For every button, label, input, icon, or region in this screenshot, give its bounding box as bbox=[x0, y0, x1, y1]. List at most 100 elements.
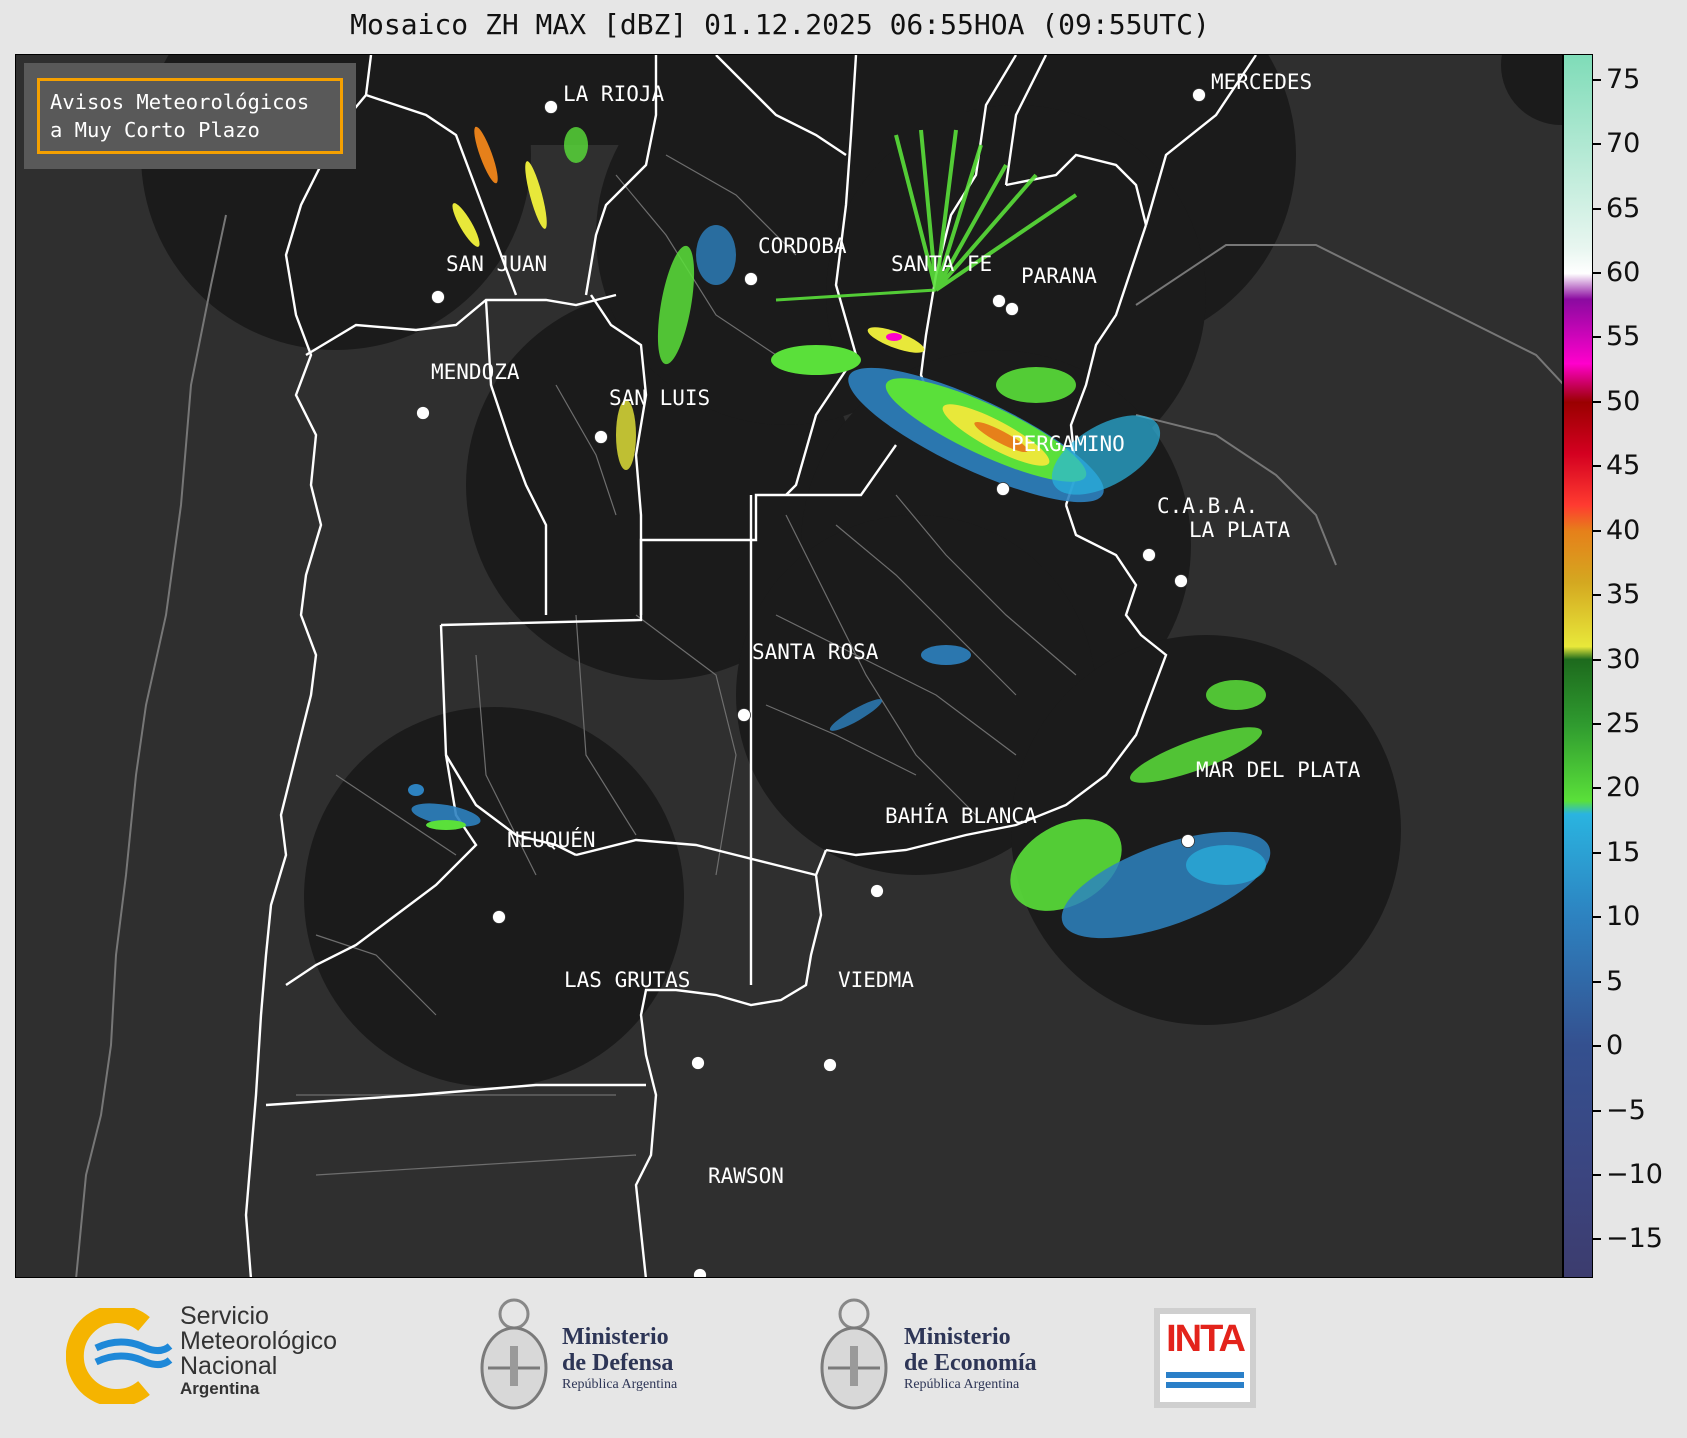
colorbar-tick-label: −15 bbox=[1606, 1223, 1663, 1255]
colorbar-tick bbox=[1593, 787, 1601, 790]
city-dot-mar-del-plata[interactable] bbox=[1181, 834, 1195, 848]
colorbar-tick-label: −10 bbox=[1606, 1158, 1663, 1190]
colorbar-tick bbox=[1593, 465, 1601, 468]
colorbar-tick-label: 15 bbox=[1606, 836, 1641, 868]
map-title: Mosaico ZH MAX [dBZ] 01.12.2025 06:55HOA… bbox=[350, 8, 1210, 41]
smn-line4: Argentina bbox=[180, 1379, 260, 1398]
avisos-banner[interactable]: Avisos Meteorológicos a Muy Corto Plazo bbox=[24, 63, 356, 169]
city-label: SAN JUAN bbox=[446, 252, 547, 276]
city-dot-la-plata[interactable] bbox=[1174, 574, 1188, 588]
city-dot-viedma[interactable] bbox=[823, 1058, 837, 1072]
colorbar-tick-label: 5 bbox=[1606, 965, 1624, 997]
city-label: C.A.B.A. bbox=[1157, 494, 1258, 518]
economia-line3: República Argentina bbox=[904, 1377, 1020, 1392]
chile-border bbox=[75, 214, 227, 1277]
city-label: VIEDMA bbox=[838, 968, 914, 992]
city-dot-pergamino[interactable] bbox=[996, 482, 1010, 496]
city-label: MERCEDES bbox=[1211, 70, 1312, 94]
dbz-colorbar bbox=[1563, 54, 1593, 1278]
colorbar-tick-label: 20 bbox=[1606, 772, 1641, 804]
city-dot-la-rioja[interactable] bbox=[544, 100, 558, 114]
city-label: SAN LUIS bbox=[609, 386, 710, 410]
colorbar-tick bbox=[1593, 980, 1601, 983]
avisos-line2: a Muy Corto Plazo bbox=[50, 118, 260, 142]
city-dot-caba[interactable] bbox=[1142, 548, 1156, 562]
colorbar-tick bbox=[1593, 1173, 1601, 1176]
smn-line3: Nacional bbox=[180, 1352, 278, 1380]
city-label: MAR DEL PLATA bbox=[1196, 758, 1361, 782]
smn-line2: Meteorológico bbox=[180, 1327, 338, 1355]
city-dot-parana[interactable] bbox=[1005, 302, 1019, 316]
city-dot-bahia-blanca[interactable] bbox=[870, 884, 884, 898]
colorbar-tick bbox=[1593, 1109, 1601, 1112]
city-dot-rawson[interactable] bbox=[693, 1268, 707, 1279]
city-label: LA PLATA bbox=[1189, 518, 1291, 542]
escudo-defensa-icon bbox=[480, 1298, 548, 1410]
city-dot-mendoza[interactable] bbox=[416, 406, 430, 420]
city-dot-neuquen[interactable] bbox=[492, 910, 506, 924]
economia-line1: Ministerio bbox=[904, 1324, 1011, 1350]
colorbar-tick-label: 55 bbox=[1606, 321, 1641, 353]
colorbar-tick bbox=[1593, 658, 1601, 661]
colorbar-tick-label: 30 bbox=[1606, 643, 1641, 675]
city-dot-las-grutas[interactable] bbox=[691, 1056, 705, 1070]
city-label: RAWSON bbox=[708, 1164, 784, 1188]
economia-line2: de Economía bbox=[904, 1350, 1037, 1376]
avisos-line1: Avisos Meteorológicos bbox=[50, 90, 310, 114]
footer-logos: Servicio Meteorológico Nacional Argentin… bbox=[0, 1278, 1687, 1438]
map-canvas: LA RIOJA MERCEDES CORDOBA SAN JUAN SANTA… bbox=[75, 55, 1562, 1279]
city-label: BAHÍA BLANCA bbox=[885, 803, 1037, 828]
city-label: SANTA ROSA bbox=[752, 640, 879, 664]
colorbar-tick bbox=[1593, 916, 1601, 919]
colorbar-tick-label: 50 bbox=[1606, 385, 1641, 417]
colorbar-tick-label: 25 bbox=[1606, 707, 1641, 739]
city-label: MENDOZA bbox=[431, 360, 520, 384]
colorbar-tick bbox=[1593, 78, 1601, 81]
defensa-line3: República Argentina bbox=[562, 1377, 678, 1392]
city-dot-santa-fe[interactable] bbox=[992, 294, 1006, 308]
colorbar-tick-label: 65 bbox=[1606, 192, 1641, 224]
colorbar-tick-label: 40 bbox=[1606, 514, 1641, 546]
city-label: SANTA FE bbox=[891, 252, 992, 276]
city-label: LA RIOJA bbox=[563, 82, 665, 106]
city-dot-san-luis[interactable] bbox=[594, 430, 608, 444]
city-dot-san-juan[interactable] bbox=[431, 290, 445, 304]
city-label: CORDOBA bbox=[758, 234, 847, 258]
avisos-banner-border: Avisos Meteorológicos a Muy Corto Plazo bbox=[37, 78, 343, 154]
city-dot-cordoba[interactable] bbox=[744, 272, 758, 286]
radar-coverage-circle bbox=[1501, 55, 1562, 125]
escudo-economia-icon bbox=[820, 1298, 888, 1410]
defensa-line2: de Defensa bbox=[562, 1350, 674, 1376]
colorbar-tick bbox=[1593, 400, 1601, 403]
smn-logo-text: Servicio Meteorológico Nacional Argentin… bbox=[180, 1304, 337, 1399]
defensa-logo-text: Ministerio de Defensa República Argentin… bbox=[562, 1324, 677, 1394]
colorbar-tick-label: 10 bbox=[1606, 901, 1641, 933]
economia-logo-text: Ministerio de Economía República Argenti… bbox=[904, 1324, 1037, 1394]
city-label: LAS GRUTAS bbox=[564, 968, 690, 992]
inta-logo-text: INTA bbox=[1166, 1318, 1246, 1360]
inta-logo-icon: INTA bbox=[1154, 1308, 1256, 1408]
smn-line1: Servicio bbox=[180, 1302, 269, 1330]
radar-coverage bbox=[141, 55, 1562, 1087]
city-dot-santa-rosa[interactable] bbox=[737, 708, 751, 722]
colorbar-tick bbox=[1593, 272, 1601, 275]
colorbar-tick bbox=[1593, 594, 1601, 597]
colorbar-tick-label: 70 bbox=[1606, 128, 1641, 160]
colorbar-tick bbox=[1593, 1045, 1601, 1048]
colorbar-tick-label: 75 bbox=[1606, 63, 1641, 95]
city-label: PARANA bbox=[1021, 264, 1097, 288]
colorbar-tick-label: 45 bbox=[1606, 450, 1641, 482]
city-dot-mercedes[interactable] bbox=[1192, 88, 1206, 102]
radar-coverage-area bbox=[366, 55, 966, 145]
colorbar-tick bbox=[1593, 722, 1601, 725]
colorbar-tick bbox=[1593, 851, 1601, 854]
radar-coverage-circle bbox=[304, 707, 684, 1087]
radar-map[interactable]: LA RIOJA MERCEDES CORDOBA SAN JUAN SANTA… bbox=[15, 54, 1563, 1278]
colorbar-tick bbox=[1593, 529, 1601, 532]
colorbar-tick bbox=[1593, 143, 1601, 146]
colorbar-tick bbox=[1593, 1238, 1601, 1241]
defensa-line1: Ministerio bbox=[562, 1324, 669, 1350]
colorbar-tick bbox=[1593, 207, 1601, 210]
smn-logo-icon bbox=[66, 1308, 173, 1404]
colorbar-tick-label: 35 bbox=[1606, 579, 1641, 611]
